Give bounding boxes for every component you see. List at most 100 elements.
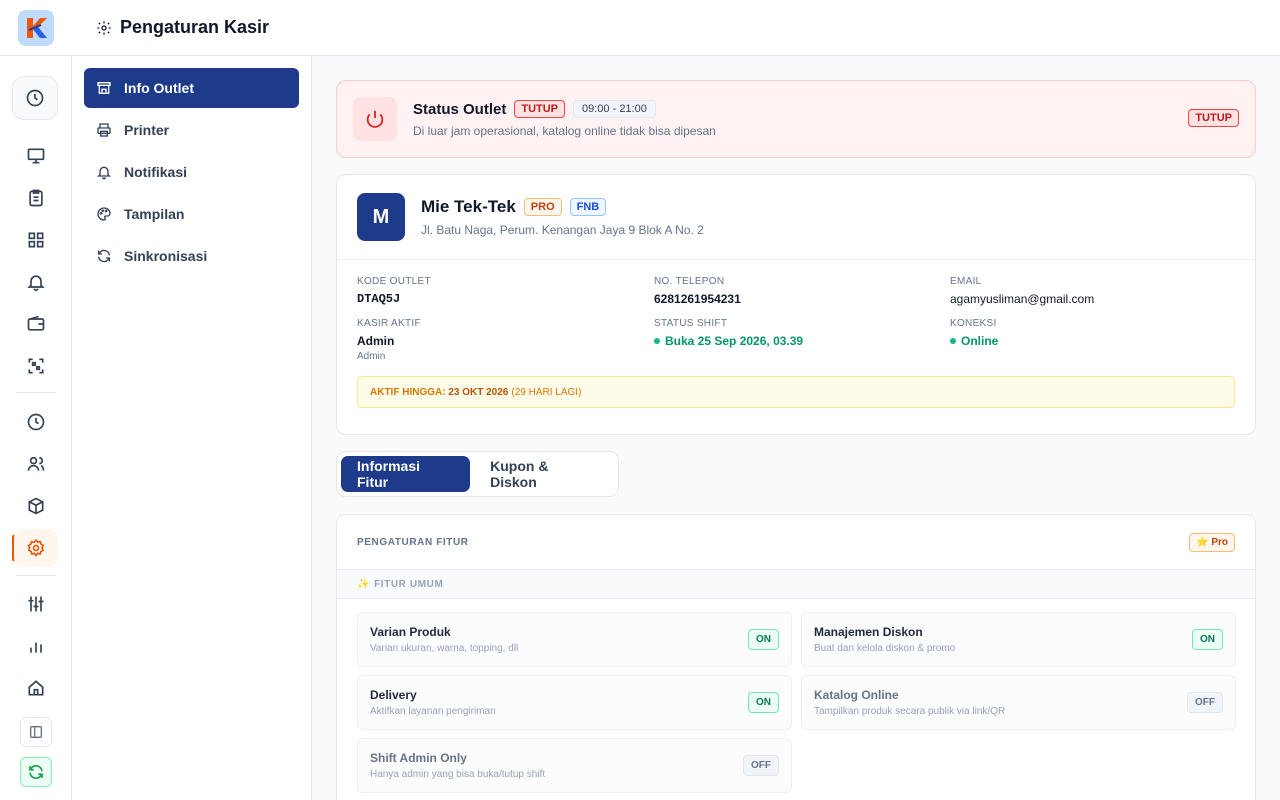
sidebar-toggle-icon <box>30 726 42 738</box>
monitor-button[interactable] <box>14 137 58 175</box>
store-icon <box>97 82 111 94</box>
field-value: Admin <box>357 334 395 348</box>
menu-item-label: Notifikasi <box>124 164 188 180</box>
users-icon <box>27 456 45 471</box>
menu-item-printer[interactable]: Printer <box>84 110 299 150</box>
printer-icon <box>97 123 111 137</box>
field-value-row: Buka 25 Sep 2026, 03.39 <box>654 334 950 348</box>
status-toggle-badge[interactable]: TUTUP <box>1188 109 1239 127</box>
field-value: Buka 25 Sep 2026, 03.39 <box>665 334 804 348</box>
active-until-label: AKTIF HINGGA: <box>370 386 446 398</box>
monitor-icon <box>27 148 45 164</box>
outlet-info: Mie Tek-Tek PRO FNB Jl. Batu Naga, Perum… <box>421 197 704 237</box>
section-label: FITUR UMUM <box>374 578 444 590</box>
menu-item-sinkronisasi[interactable]: Sinkronisasi <box>84 236 299 276</box>
outlet-header: M Mie Tek-Tek PRO FNB Jl. Batu Naga, Per… <box>337 175 1255 260</box>
outlet-address: Jl. Batu Naga, Perum. Kenangan Jaya 9 Bl… <box>421 223 704 237</box>
status-dot <box>950 338 956 344</box>
feature-name: Shift Admin Only <box>370 751 467 765</box>
feature-manajemen-diskon: Manajemen Diskon Buat dan kelola diskon … <box>801 612 1236 667</box>
feature-text: Delivery Aktifkan layanan pengiriman <box>370 688 496 717</box>
feature-settings-card: PENGATURAN FITUR ⭐ Pro ✨ FITUR UMUM Vari… <box>336 514 1256 800</box>
plan-badge: ⭐ Pro <box>1189 532 1235 552</box>
page-title: Pengaturan Kasir <box>120 17 270 37</box>
sparkle-icon: ✨ <box>357 578 371 590</box>
active-until-banner: AKTIF HINGGA: 23 OKT 2026 (29 HARI LAGI) <box>357 376 1235 408</box>
home-button[interactable] <box>14 669 58 707</box>
menu-item-info-outlet[interactable]: Info Outlet <box>84 68 299 108</box>
main-content: Status Outlet TUTUP 09:00 - 21:00 Di lua… <box>312 56 1280 800</box>
page-header: Pengaturan Kasir <box>96 17 269 38</box>
feature-desc: Aktifkan layanan pengiriman <box>370 706 496 717</box>
history-button[interactable] <box>14 403 58 441</box>
home-icon <box>28 680 44 696</box>
alerts-button[interactable] <box>14 263 58 301</box>
adjust-button[interactable] <box>14 585 58 623</box>
feature-name: Katalog Online <box>814 688 899 702</box>
status-subtitle: Di luar jam operasional, katalog online … <box>413 124 716 138</box>
field-value: Online <box>961 334 999 348</box>
settings-button[interactable] <box>14 529 58 567</box>
outlet-name-row: Mie Tek-Tek PRO FNB <box>421 197 704 217</box>
bell-icon <box>97 166 111 180</box>
field-sub: Admin <box>357 351 386 362</box>
field-value: DTAQ5J <box>357 292 401 306</box>
field-label: KONEKSI <box>950 318 997 329</box>
field-status-shift: STATUS SHIFT Buka 25 Sep 2026, 03.39 <box>654 318 950 362</box>
logo-cell <box>0 0 72 56</box>
feature-desc: Varian ukuran, warna, topping, dll <box>370 643 519 654</box>
feature-shift-admin-only: Shift Admin Only Hanya admin yang bisa b… <box>357 738 792 793</box>
menu-item-label: Tampilan <box>124 206 185 222</box>
top-header: Pengaturan Kasir <box>0 0 1280 56</box>
feature-desc: Buat dan kelola diskon & promo <box>814 643 956 654</box>
grid-icon <box>28 232 44 248</box>
field-label: EMAIL <box>950 276 982 287</box>
field-label: KODE OUTLET <box>357 276 431 287</box>
field-label: STATUS SHIFT <box>654 318 728 329</box>
wallet-button[interactable] <box>14 305 58 343</box>
feature-delivery: Delivery Aktifkan layanan pengiriman ON <box>357 675 792 730</box>
clipboard-icon <box>29 189 43 207</box>
reports-button[interactable] <box>14 627 58 665</box>
field-email: EMAIL agamyusliman@gmail.com <box>950 276 1235 306</box>
field-label: KASIR AKTIF <box>357 318 421 329</box>
menu-item-notifikasi[interactable]: Notifikasi <box>84 152 299 192</box>
feature-toggle[interactable]: ON <box>748 629 779 650</box>
products-button[interactable] <box>14 487 58 525</box>
power-button[interactable] <box>353 97 397 141</box>
gear-icon <box>97 20 111 35</box>
field-kasir-aktif: KASIR AKTIF Admin Admin <box>357 318 654 362</box>
app-logo[interactable] <box>18 9 54 46</box>
catalog-button[interactable] <box>14 221 58 259</box>
sync-button[interactable] <box>20 757 52 787</box>
outlet-name: Mie Tek-Tek <box>421 197 516 216</box>
feature-toggle[interactable]: ON <box>748 692 779 713</box>
sync-icon <box>29 765 43 779</box>
bell-icon <box>27 275 45 292</box>
scan-button[interactable] <box>14 347 58 385</box>
icon-rail <box>0 56 72 800</box>
sidebar-toggle-button[interactable] <box>20 717 52 747</box>
fnb-badge: FNB <box>569 198 607 216</box>
users-button[interactable] <box>14 445 58 483</box>
tab-informasi-fitur[interactable]: Informasi Fitur <box>341 456 471 492</box>
feature-text: Varian Produk Varian ukuran, warna, topp… <box>370 625 518 654</box>
feature-name: Manajemen Diskon <box>814 625 923 639</box>
feature-toggle[interactable]: OFF <box>1187 692 1223 713</box>
outlet-details: KODE OUTLET DTAQ5J NO. TELEPON 628126195… <box>337 260 1255 362</box>
outlet-info-card: M Mie Tek-Tek PRO FNB Jl. Batu Naga, Per… <box>336 174 1256 435</box>
feature-toggle[interactable]: OFF <box>743 755 779 776</box>
active-until-date: 23 OKT 2026 <box>448 386 509 398</box>
feature-desc: Hanya admin yang bisa buka/tutup shift <box>370 769 546 780</box>
power-icon <box>366 110 384 128</box>
clock-button[interactable] <box>12 76 58 120</box>
orders-button[interactable] <box>14 179 58 217</box>
pro-badge: PRO <box>523 198 562 216</box>
menu-item-tampilan[interactable]: Tampilan <box>84 194 299 234</box>
feature-toggle[interactable]: ON <box>1192 629 1223 650</box>
feature-varian-produk: Varian Produk Varian ukuran, warna, topp… <box>357 612 792 667</box>
tab-kupon-diskon[interactable]: Kupon & Diskon <box>474 456 614 492</box>
feature-grid: Varian Produk Varian ukuran, warna, topp… <box>337 599 1255 793</box>
history-icon <box>27 413 45 431</box>
logo-k-icon <box>27 17 47 38</box>
